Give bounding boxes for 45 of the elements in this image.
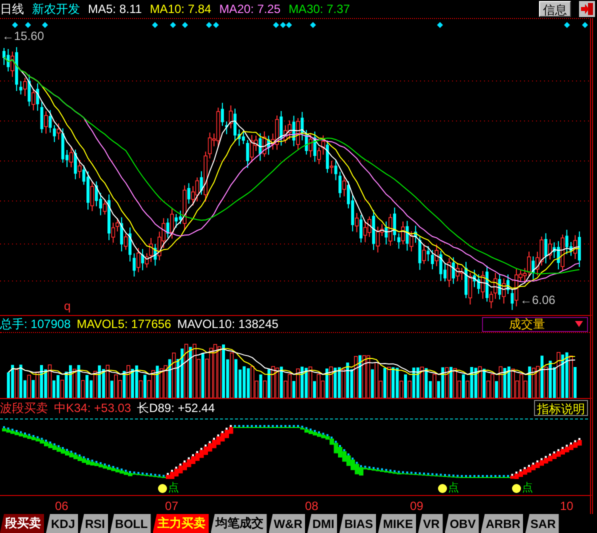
indicator-help-button[interactable]: 指标说明 [534, 400, 588, 416]
buy-signal-label: 点 [522, 482, 533, 494]
chart-mark: q [64, 299, 71, 313]
exit-icon[interactable] [579, 1, 595, 17]
indicator-tab[interactable]: 段买卖 [0, 514, 44, 533]
indicator-readout: 长D89: +52.44 [137, 400, 215, 416]
volume-readout: MAVOL10: 138245 [177, 317, 278, 331]
buy-signal-icon [512, 484, 521, 492]
indicator-tab[interactable]: BOLL [110, 514, 151, 533]
low-price-label: ←6.06 [520, 293, 556, 307]
buy-signal-icon [158, 484, 167, 492]
moving-average-value: MA20: 7.25 [219, 2, 281, 16]
chart-period: 日线 [0, 0, 24, 18]
date-axis-label: 07 [165, 499, 178, 513]
indicator-tab[interactable]: BIAS [339, 514, 376, 533]
indicator-tab[interactable]: OBV [444, 514, 479, 533]
moving-average-value: MA10: 7.84 [150, 2, 212, 16]
indicator-tab[interactable]: SAR [525, 514, 559, 533]
indicator-tab[interactable]: VR [418, 514, 443, 533]
buy-signal-label: 点 [168, 482, 179, 494]
date-axis-label: 09 [410, 499, 424, 513]
date-axis-label: 10 [560, 499, 574, 513]
stock-name: 新农开发 [32, 0, 80, 18]
volume-readout: 总手: 107908 [0, 316, 71, 332]
buy-signal-label: 点 [448, 482, 459, 494]
indicator-tab[interactable]: 均笔成交 [210, 514, 267, 533]
date-axis-label: 06 [55, 499, 68, 513]
indicator-tab[interactable]: ARBR [480, 514, 524, 533]
date-axis-label: 08 [305, 499, 318, 513]
indicator-tab[interactable]: KDJ [46, 514, 78, 533]
indicator-tab[interactable]: MIKE [378, 514, 416, 533]
volume-readout: MAVOL5: 177656 [76, 317, 172, 331]
indicator-readout: 中K34: +53.03 [54, 400, 132, 416]
dropdown-arrow-icon [575, 321, 583, 327]
indicator-tab[interactable]: W&R [268, 514, 306, 533]
indicator-tab[interactable]: 主力买卖 [152, 514, 209, 533]
high-price-label: ←15.60 [2, 29, 44, 43]
indicator-tab[interactable]: RSI [80, 514, 108, 533]
indicator-name: 波段买卖 [0, 400, 48, 416]
moving-average-value: MA5: 8.11 [88, 2, 142, 16]
indicator-dropdown[interactable]: 成交量 [482, 316, 588, 332]
info-button[interactable]: 信息 [539, 1, 571, 17]
indicator-tab[interactable]: DMI [307, 514, 338, 533]
buy-signal-icon [438, 484, 447, 492]
moving-average-value: MA30: 7.37 [288, 2, 350, 16]
